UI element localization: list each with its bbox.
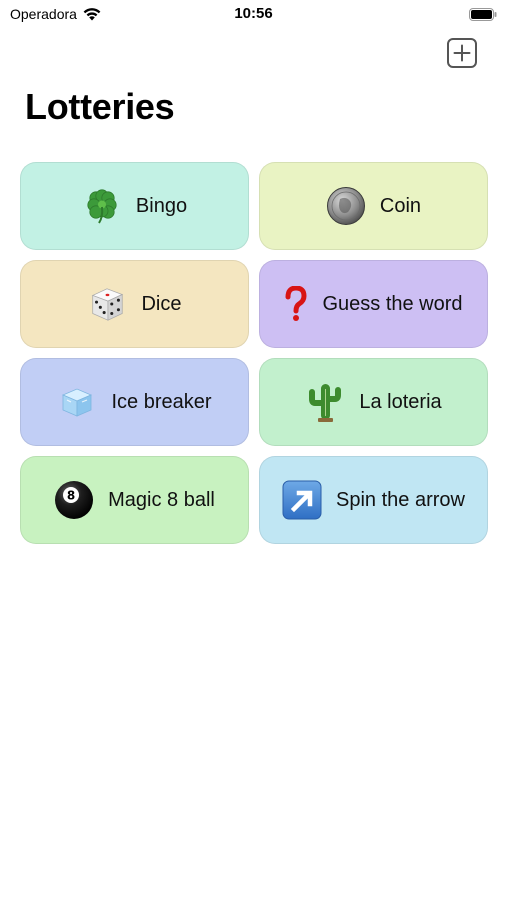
lottery-tile-spin-the-arrow[interactable]: Spin the arrow (259, 456, 488, 544)
svg-text:8: 8 (67, 489, 75, 503)
lottery-tile-guess-the-word[interactable]: Guess the word (259, 260, 488, 348)
eight-ball-icon: 8 (54, 480, 94, 520)
tile-label: Ice breaker (111, 390, 212, 413)
dice-icon (87, 284, 127, 324)
page-title: Lotteries (25, 86, 175, 127)
lottery-tile-bingo[interactable]: Bingo (20, 162, 249, 250)
tile-label: Spin the arrow (336, 488, 465, 511)
tile-label: Guess the word (322, 292, 463, 315)
status-time: 10:56 (234, 5, 273, 22)
coin-icon (326, 186, 366, 226)
tile-label: La loteria (359, 390, 442, 413)
tile-label: Magic 8 ball (108, 488, 215, 511)
app-screen: Operadora 10:56 Lotteries Bingo Coin Dic… (0, 0, 507, 900)
lottery-grid: Bingo Coin Dice Guess the word Ice break… (20, 162, 488, 544)
add-lottery-button[interactable] (446, 37, 478, 69)
cactus-icon (305, 382, 345, 422)
lottery-tile-coin[interactable]: Coin (259, 162, 488, 250)
tile-label: Coin (379, 194, 422, 217)
question-mark-icon (284, 284, 308, 324)
lottery-tile-dice[interactable]: Dice (20, 260, 249, 348)
status-bar: Operadora 10:56 (0, 0, 507, 30)
lottery-tile-ice-breaker[interactable]: Ice breaker (20, 358, 249, 446)
lottery-tile-la-loteria[interactable]: La loteria (259, 358, 488, 446)
four-leaf-clover-icon (82, 186, 122, 226)
lottery-tile-magic-8-ball[interactable]: 8 Magic 8 ball (20, 456, 249, 544)
tile-label: Bingo (135, 194, 188, 217)
tile-label: Dice (141, 292, 182, 315)
battery-icon (469, 8, 497, 21)
ice-cube-icon (57, 382, 97, 422)
arrow-up-right-icon (282, 480, 322, 520)
